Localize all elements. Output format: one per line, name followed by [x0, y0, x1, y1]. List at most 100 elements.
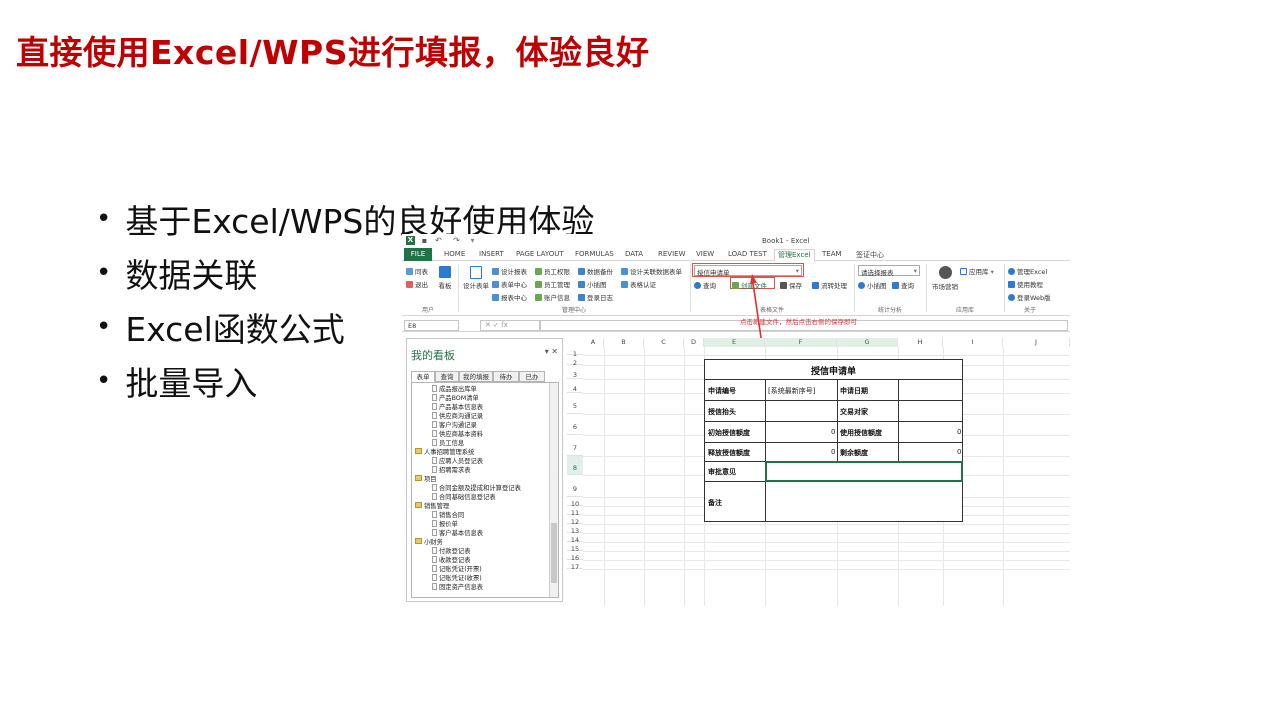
column-header[interactable]: E [704, 338, 765, 347]
web-login-button[interactable]: 登录Web版 [1008, 292, 1051, 302]
selected-cell-e8[interactable] [765, 461, 963, 482]
form-select-combo[interactable]: 授信申请单 ▾ [694, 265, 802, 277]
row-header[interactable]: 13 [567, 524, 583, 535]
tree-item[interactable]: 员工信息 [432, 439, 464, 448]
login-log-button[interactable]: 登录日志 [578, 292, 613, 302]
manage-excel-button[interactable]: 管理Excel [1008, 266, 1047, 276]
row-header[interactable]: 2 [567, 355, 583, 367]
row-header[interactable]: 17 [567, 560, 583, 571]
column-header[interactable]: G [837, 338, 898, 347]
small-chart-button[interactable]: 小插图 [578, 279, 607, 289]
save-icon[interactable]: ▪ [420, 236, 429, 245]
tree-item[interactable]: 客户基本信息表 [432, 529, 483, 538]
column-header[interactable]: H [898, 338, 943, 347]
tree-item[interactable]: 供应商沟通记录 [432, 412, 483, 421]
pane-tab-forms[interactable]: 表单 [411, 371, 435, 382]
column-header[interactable]: A [583, 338, 604, 347]
row-header[interactable]: 15 [567, 542, 583, 553]
row-header[interactable]: 10 [567, 497, 583, 508]
row-header[interactable]: 7 [567, 435, 583, 456]
save-file-button[interactable]: 保存 [780, 280, 802, 290]
tab-formulas[interactable]: FORMULAS [575, 250, 614, 261]
pane-tab-todo[interactable]: 待办 [493, 371, 519, 382]
report-center-button[interactable]: 报表中心 [492, 292, 527, 302]
pane-tab-my-reports[interactable]: 我的填报 [459, 371, 493, 382]
name-box[interactable]: E8 [404, 320, 459, 331]
logout-button[interactable]: 退出 [406, 279, 428, 289]
column-header[interactable]: F [765, 338, 837, 347]
app-library-button[interactable]: 应用库 ▾ [960, 266, 994, 276]
column-header[interactable]: B [604, 338, 644, 347]
same-table-button[interactable]: 同表 [406, 266, 428, 276]
row-header[interactable]: 8 [567, 456, 583, 475]
tree-item[interactable]: 产品基本信息表 [432, 403, 483, 412]
tree-item[interactable]: 记账凭证(开票) [432, 565, 482, 574]
tab-visa-center[interactable]: 签证中心 [856, 250, 884, 261]
pane-tab-query[interactable]: 查询 [435, 371, 459, 382]
pane-tab-done[interactable]: 已办 [519, 371, 545, 382]
column-header[interactable]: I [943, 338, 1003, 347]
undo-icon[interactable]: ↶ [434, 236, 443, 245]
remaining-credit-value[interactable]: 0 [957, 448, 961, 456]
design-form-button[interactable]: 设计表单 [462, 266, 490, 290]
tree-item[interactable]: 成品报出库单 [432, 385, 477, 394]
tree-item[interactable]: 收款登记表 [432, 556, 470, 565]
query-button[interactable]: 查询 [694, 280, 716, 290]
redo-icon[interactable]: ↷ [452, 236, 461, 245]
row-header[interactable]: 9 [567, 475, 583, 497]
tree-item[interactable]: 客户沟通记录 [432, 421, 477, 430]
pane-controls[interactable]: ▾ ✕ [545, 347, 558, 356]
row-header[interactable]: 1 [567, 347, 583, 358]
row-header[interactable]: 5 [567, 393, 583, 414]
tab-data[interactable]: DATA [625, 250, 643, 261]
row-header[interactable]: 14 [567, 533, 583, 544]
tree-item[interactable]: 应聘人员登记表 [432, 457, 483, 466]
tab-file[interactable]: FILE [404, 248, 432, 261]
row-header[interactable]: 16 [567, 551, 583, 562]
tab-home[interactable]: HOME [444, 250, 465, 261]
employee-permission-button[interactable]: 员工权限 [535, 266, 570, 276]
data-backup-button[interactable]: 数据备份 [578, 266, 613, 276]
scrollbar-thumb[interactable] [551, 523, 557, 583]
design-report-button[interactable]: 设计报表 [492, 266, 527, 276]
used-credit-value[interactable]: 0 [957, 428, 961, 436]
tree-item[interactable]: 产品BOM清单 [432, 394, 479, 403]
tree-folder[interactable]: 销售管理 [415, 502, 449, 511]
table-certification-button[interactable]: 表格认证 [621, 279, 656, 289]
tree-scrollbar[interactable] [549, 383, 558, 597]
tree-item[interactable]: 合同金额及提成和计算登记表 [432, 484, 521, 493]
stats-small-chart-button[interactable]: 小插图 [858, 280, 887, 290]
tree-folder[interactable]: 人事招聘管理系统 [415, 448, 474, 457]
row-header[interactable]: 3 [567, 365, 583, 379]
tree-item[interactable]: 付款登记表 [432, 547, 470, 556]
tab-page-layout[interactable]: PAGE LAYOUT [516, 250, 564, 261]
tree-folder[interactable]: 小财务 [415, 538, 443, 547]
tab-insert[interactable]: INSERT [479, 250, 504, 261]
initial-credit-value[interactable]: 0 [831, 428, 835, 436]
account-info-button[interactable]: 账户信息 [535, 292, 570, 302]
row-header[interactable]: 11 [567, 506, 583, 517]
row-header[interactable]: 12 [567, 515, 583, 526]
row-header[interactable]: 4 [567, 379, 583, 393]
report-select-combo[interactable]: 请选择报表 ▾ [858, 265, 920, 277]
tree-item[interactable]: 销售合同 [432, 511, 464, 520]
flow-process-button[interactable]: 流转处理 [812, 280, 847, 290]
column-header[interactable]: J [1003, 338, 1070, 347]
dashboard-button[interactable]: 看板 [436, 266, 454, 290]
column-header[interactable]: C [644, 338, 684, 347]
tree-item[interactable]: 固定资产信息表 [432, 583, 483, 592]
released-credit-value[interactable]: 0 [831, 448, 835, 456]
stats-query-button[interactable]: 查询 [892, 280, 914, 290]
tab-team[interactable]: TEAM [822, 250, 842, 261]
tree-item[interactable]: 报价单 [432, 520, 458, 529]
tab-manage-excel[interactable]: 管理Excel [774, 249, 815, 262]
design-linked-form-button[interactable]: 设计关联数据表单 [621, 266, 682, 276]
tab-view[interactable]: VIEW [696, 250, 714, 261]
tab-load-test[interactable]: LOAD TEST [728, 250, 767, 261]
form-center-button[interactable]: 表单中心 [492, 279, 527, 289]
formula-buttons[interactable]: ✕ ✓ fx [480, 320, 540, 331]
tree-folder[interactable]: 项目 [415, 475, 437, 484]
tree-item[interactable]: 合同基础信息登记表 [432, 493, 496, 502]
row-header[interactable]: 6 [567, 414, 583, 435]
employee-management-button[interactable]: 员工管理 [535, 279, 570, 289]
